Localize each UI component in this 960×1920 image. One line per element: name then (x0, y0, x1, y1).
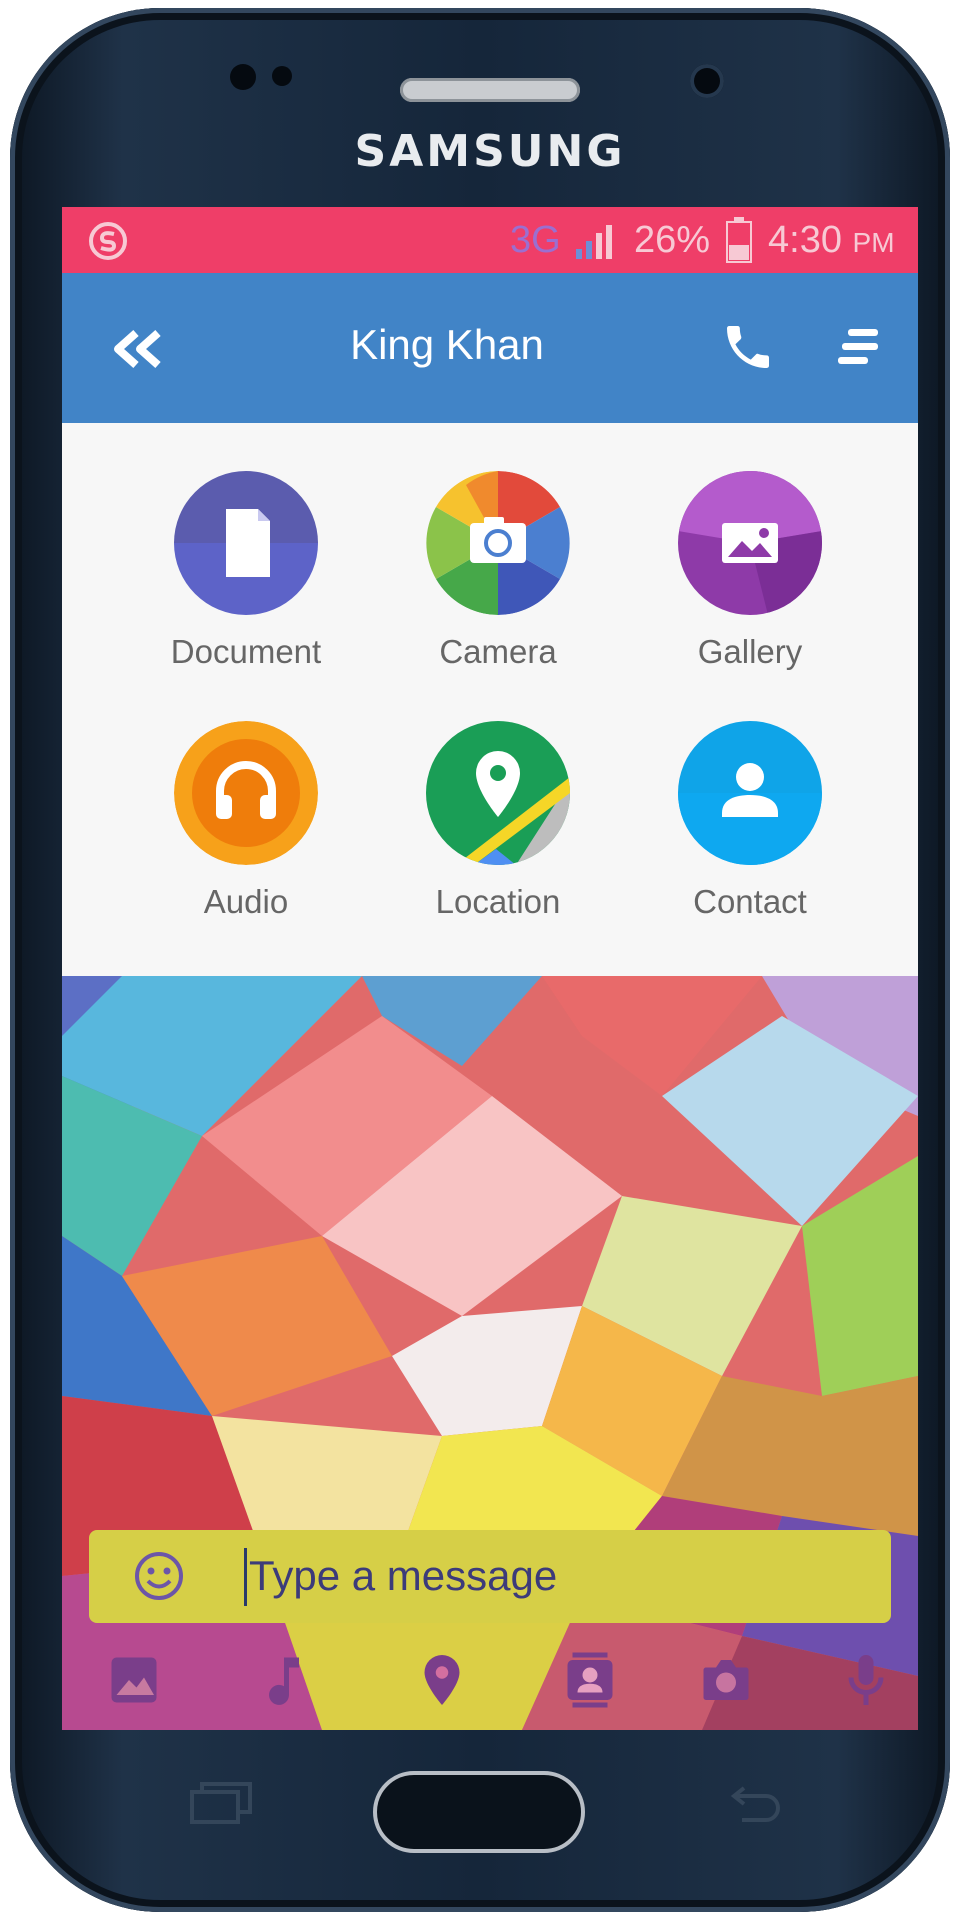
attach-gallery-button[interactable]: Gallery (650, 471, 850, 671)
smiley-icon[interactable] (133, 1550, 185, 1602)
attach-label: Contact (693, 883, 807, 920)
brand-logo: SAMSUNG (354, 126, 626, 177)
battery-percent: 26% (634, 219, 711, 261)
front-sensor (272, 66, 292, 86)
phone-frame: SAMSUNG 3G 26% 4:30 PM King Khan Documen… (10, 8, 950, 1912)
attach-document-button[interactable]: Document (146, 471, 346, 671)
front-camera (690, 64, 724, 98)
document-icon (174, 471, 318, 615)
attachment-panel: Document Camera Gallery Audio Location C… (62, 423, 918, 976)
attach-label: Location (435, 883, 561, 920)
attach-camera-button[interactable]: Camera (398, 471, 598, 671)
earpiece-speaker (400, 78, 580, 102)
status-bar: 3G 26% 4:30 PM (62, 207, 918, 273)
contact-name[interactable]: King Khan (242, 321, 652, 369)
phone-icon[interactable] (720, 319, 776, 375)
location-pin-icon[interactable] (412, 1650, 472, 1710)
attach-label: Gallery (697, 633, 803, 670)
attach-audio-button[interactable]: Audio (146, 721, 346, 921)
microphone-icon[interactable] (836, 1650, 896, 1710)
attach-label: Camera (439, 633, 557, 670)
signal-icon (576, 225, 612, 259)
menu-icon[interactable] (836, 327, 880, 367)
network-type: 3G (510, 219, 561, 261)
message-composer: Type a message (89, 1530, 891, 1623)
music-note-icon[interactable] (254, 1650, 314, 1710)
message-input[interactable]: Type a message (249, 1552, 557, 1600)
back-key[interactable] (722, 1786, 782, 1826)
contact-card-icon[interactable] (560, 1650, 620, 1710)
app-bar: King Khan (62, 273, 918, 423)
image-icon (678, 471, 822, 615)
attach-location-button[interactable]: Location (398, 721, 598, 921)
text-caret (244, 1548, 247, 1606)
image-icon[interactable] (104, 1650, 164, 1710)
attach-contact-button[interactable]: Contact (650, 721, 850, 921)
camera-icon (426, 471, 570, 615)
attach-label: Document (170, 633, 322, 670)
phone-screen: 3G 26% 4:30 PM King Khan Document Camera… (62, 207, 918, 1730)
battery-icon (726, 217, 752, 263)
clock-ampm: PM (852, 227, 895, 258)
person-icon (678, 721, 822, 865)
recent-apps-key[interactable] (188, 1780, 254, 1826)
camera-icon[interactable] (696, 1650, 756, 1710)
home-button[interactable] (373, 1771, 585, 1853)
attach-label: Audio (203, 883, 289, 920)
map-pin-icon (426, 721, 570, 865)
headphones-icon (174, 721, 318, 865)
clock: 4:30 PM (768, 219, 895, 262)
double-chevron-left-icon[interactable] (110, 327, 166, 371)
clock-time: 4:30 (768, 219, 842, 261)
front-sensor (230, 64, 256, 90)
app-notification-icon (89, 222, 127, 260)
